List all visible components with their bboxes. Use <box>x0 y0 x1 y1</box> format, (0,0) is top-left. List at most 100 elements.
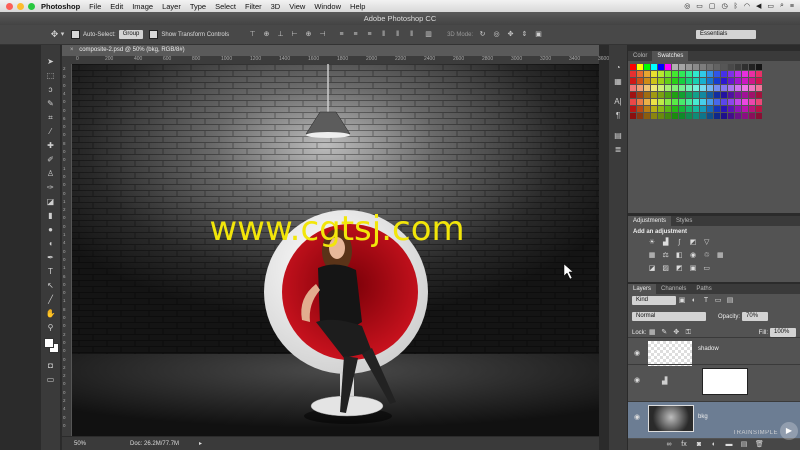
color-swatch[interactable] <box>721 92 727 98</box>
color-swatch[interactable] <box>700 92 706 98</box>
new-adjustment-icon[interactable]: ◐ <box>710 441 718 449</box>
color-swatch[interactable] <box>707 99 713 105</box>
color-swatch[interactable] <box>756 106 762 112</box>
color-swatch[interactable] <box>630 106 636 112</box>
align-bottom-icon[interactable]: ⊥ <box>276 30 285 39</box>
color-swatch[interactable] <box>651 78 657 84</box>
color-swatch[interactable] <box>672 64 678 70</box>
color-swatch[interactable] <box>721 113 727 119</box>
color-swatch[interactable] <box>735 64 741 70</box>
color-swatch[interactable] <box>665 99 671 105</box>
color-swatch[interactable] <box>686 106 692 112</box>
blur-tool-icon[interactable]: ● <box>41 223 60 237</box>
brightness-contrast-icon[interactable]: ☀ <box>648 239 656 247</box>
gradient-tool-icon[interactable]: ▮ <box>41 209 60 223</box>
color-swatch[interactable] <box>693 85 699 91</box>
layer-filter-kind-dropdown[interactable]: Kind <box>632 296 676 305</box>
path-selection-tool-icon[interactable]: ↖ <box>41 279 60 293</box>
auto-select-dropdown[interactable]: Group <box>118 30 144 39</box>
color-swatch[interactable] <box>756 71 762 77</box>
document-canvas[interactable]: www.cgtsj.com <box>72 64 599 436</box>
align-right-icon[interactable]: ⊣ <box>318 30 327 39</box>
menu-help[interactable]: Help <box>350 2 365 11</box>
color-swatch[interactable] <box>630 92 636 98</box>
color-swatch[interactable] <box>756 64 762 70</box>
color-swatch[interactable] <box>679 71 685 77</box>
color-swatch[interactable] <box>721 64 727 70</box>
menu-type[interactable]: Type <box>190 2 206 11</box>
color-swatch[interactable] <box>707 78 713 84</box>
lock-position-icon[interactable]: ✥ <box>672 329 680 337</box>
opacity-input[interactable]: 70% <box>742 312 769 321</box>
color-swatch[interactable] <box>665 92 671 98</box>
quick-mask-icon[interactable]: ◘ <box>41 359 60 373</box>
color-swatch[interactable] <box>707 71 713 77</box>
battery-icon[interactable]: ▭ <box>767 2 774 10</box>
character-panel-icon[interactable]: A| <box>609 95 627 109</box>
distribute-bottom-icon[interactable]: ≡ <box>365 30 374 39</box>
color-swatch[interactable] <box>721 106 727 112</box>
color-swatch[interactable] <box>651 113 657 119</box>
color-swatch[interactable] <box>735 99 741 105</box>
color-swatch[interactable] <box>679 64 685 70</box>
delete-layer-icon[interactable]: 🗑 <box>755 441 764 449</box>
creative-cloud-icon[interactable]: ◎ <box>684 2 690 10</box>
vibrance-icon[interactable]: ▽ <box>703 239 711 247</box>
screen-mode-icon[interactable]: ▭ <box>41 373 60 387</box>
color-swatch[interactable] <box>665 71 671 77</box>
color-swatch[interactable] <box>714 99 720 105</box>
color-swatch[interactable] <box>644 106 650 112</box>
color-swatch[interactable] <box>644 92 650 98</box>
properties-panel-icon[interactable]: ▦ <box>609 75 627 89</box>
color-swatch[interactable] <box>693 113 699 119</box>
color-swatch[interactable] <box>658 64 664 70</box>
color-swatch[interactable] <box>658 113 664 119</box>
fill-input[interactable]: 100% <box>770 328 796 337</box>
color-swatch[interactable] <box>644 64 650 70</box>
tab-layers[interactable]: Layers <box>628 284 657 294</box>
color-swatch[interactable] <box>679 99 685 105</box>
color-swatch[interactable] <box>644 71 650 77</box>
healing-brush-tool-icon[interactable]: ✚ <box>41 139 60 153</box>
3d-roll-icon[interactable]: ◎ <box>492 30 501 39</box>
color-swatch[interactable] <box>630 85 636 91</box>
color-swatch[interactable] <box>693 106 699 112</box>
threshold-icon[interactable]: ◩ <box>675 265 683 273</box>
color-swatch[interactable] <box>686 78 692 84</box>
paragraph-panel-icon[interactable]: ¶ <box>609 109 627 123</box>
color-swatch[interactable] <box>700 106 706 112</box>
color-balance-icon[interactable]: ⚖ <box>662 252 670 260</box>
menu-file[interactable]: File <box>89 2 101 11</box>
posterize-icon[interactable]: ▨ <box>662 265 670 273</box>
align-vcenter-icon[interactable]: ⊕ <box>262 30 271 39</box>
move-tool-preset-icon[interactable]: ✥ <box>50 30 59 39</box>
lock-transparent-icon[interactable]: ▦ <box>648 329 656 337</box>
color-swatch[interactable] <box>728 78 734 84</box>
invert-icon[interactable]: ◪ <box>648 265 656 273</box>
menu-edit[interactable]: Edit <box>110 2 123 11</box>
color-swatch[interactable] <box>749 92 755 98</box>
color-swatch[interactable] <box>756 85 762 91</box>
color-swatch[interactable] <box>665 113 671 119</box>
color-swatch[interactable] <box>693 78 699 84</box>
color-swatch[interactable] <box>651 71 657 77</box>
color-swatch[interactable] <box>721 85 727 91</box>
shape-tool-icon[interactable]: ╱ <box>41 293 60 307</box>
color-swatch[interactable] <box>658 71 664 77</box>
color-swatch[interactable] <box>742 64 748 70</box>
color-swatch[interactable] <box>714 106 720 112</box>
color-swatch[interactable] <box>735 106 741 112</box>
tab-adjustments[interactable]: Adjustments <box>628 216 672 226</box>
chevron-down-icon[interactable]: ▾ <box>60 30 65 39</box>
color-swatch[interactable] <box>637 78 643 84</box>
visibility-eye-icon[interactable]: ◉ <box>634 349 640 357</box>
color-swatch[interactable] <box>735 78 741 84</box>
color-swatch[interactable] <box>707 113 713 119</box>
play-circle-icon[interactable]: ▶ <box>780 422 798 440</box>
bluetooth-icon[interactable]: ᛒ <box>734 3 738 10</box>
selective-color-icon[interactable]: ▣ <box>689 265 697 273</box>
color-swatch[interactable] <box>728 99 734 105</box>
color-swatch[interactable] <box>644 99 650 105</box>
distribute-hcenter-icon[interactable]: ‖ <box>393 30 402 39</box>
color-swatch[interactable] <box>749 64 755 70</box>
